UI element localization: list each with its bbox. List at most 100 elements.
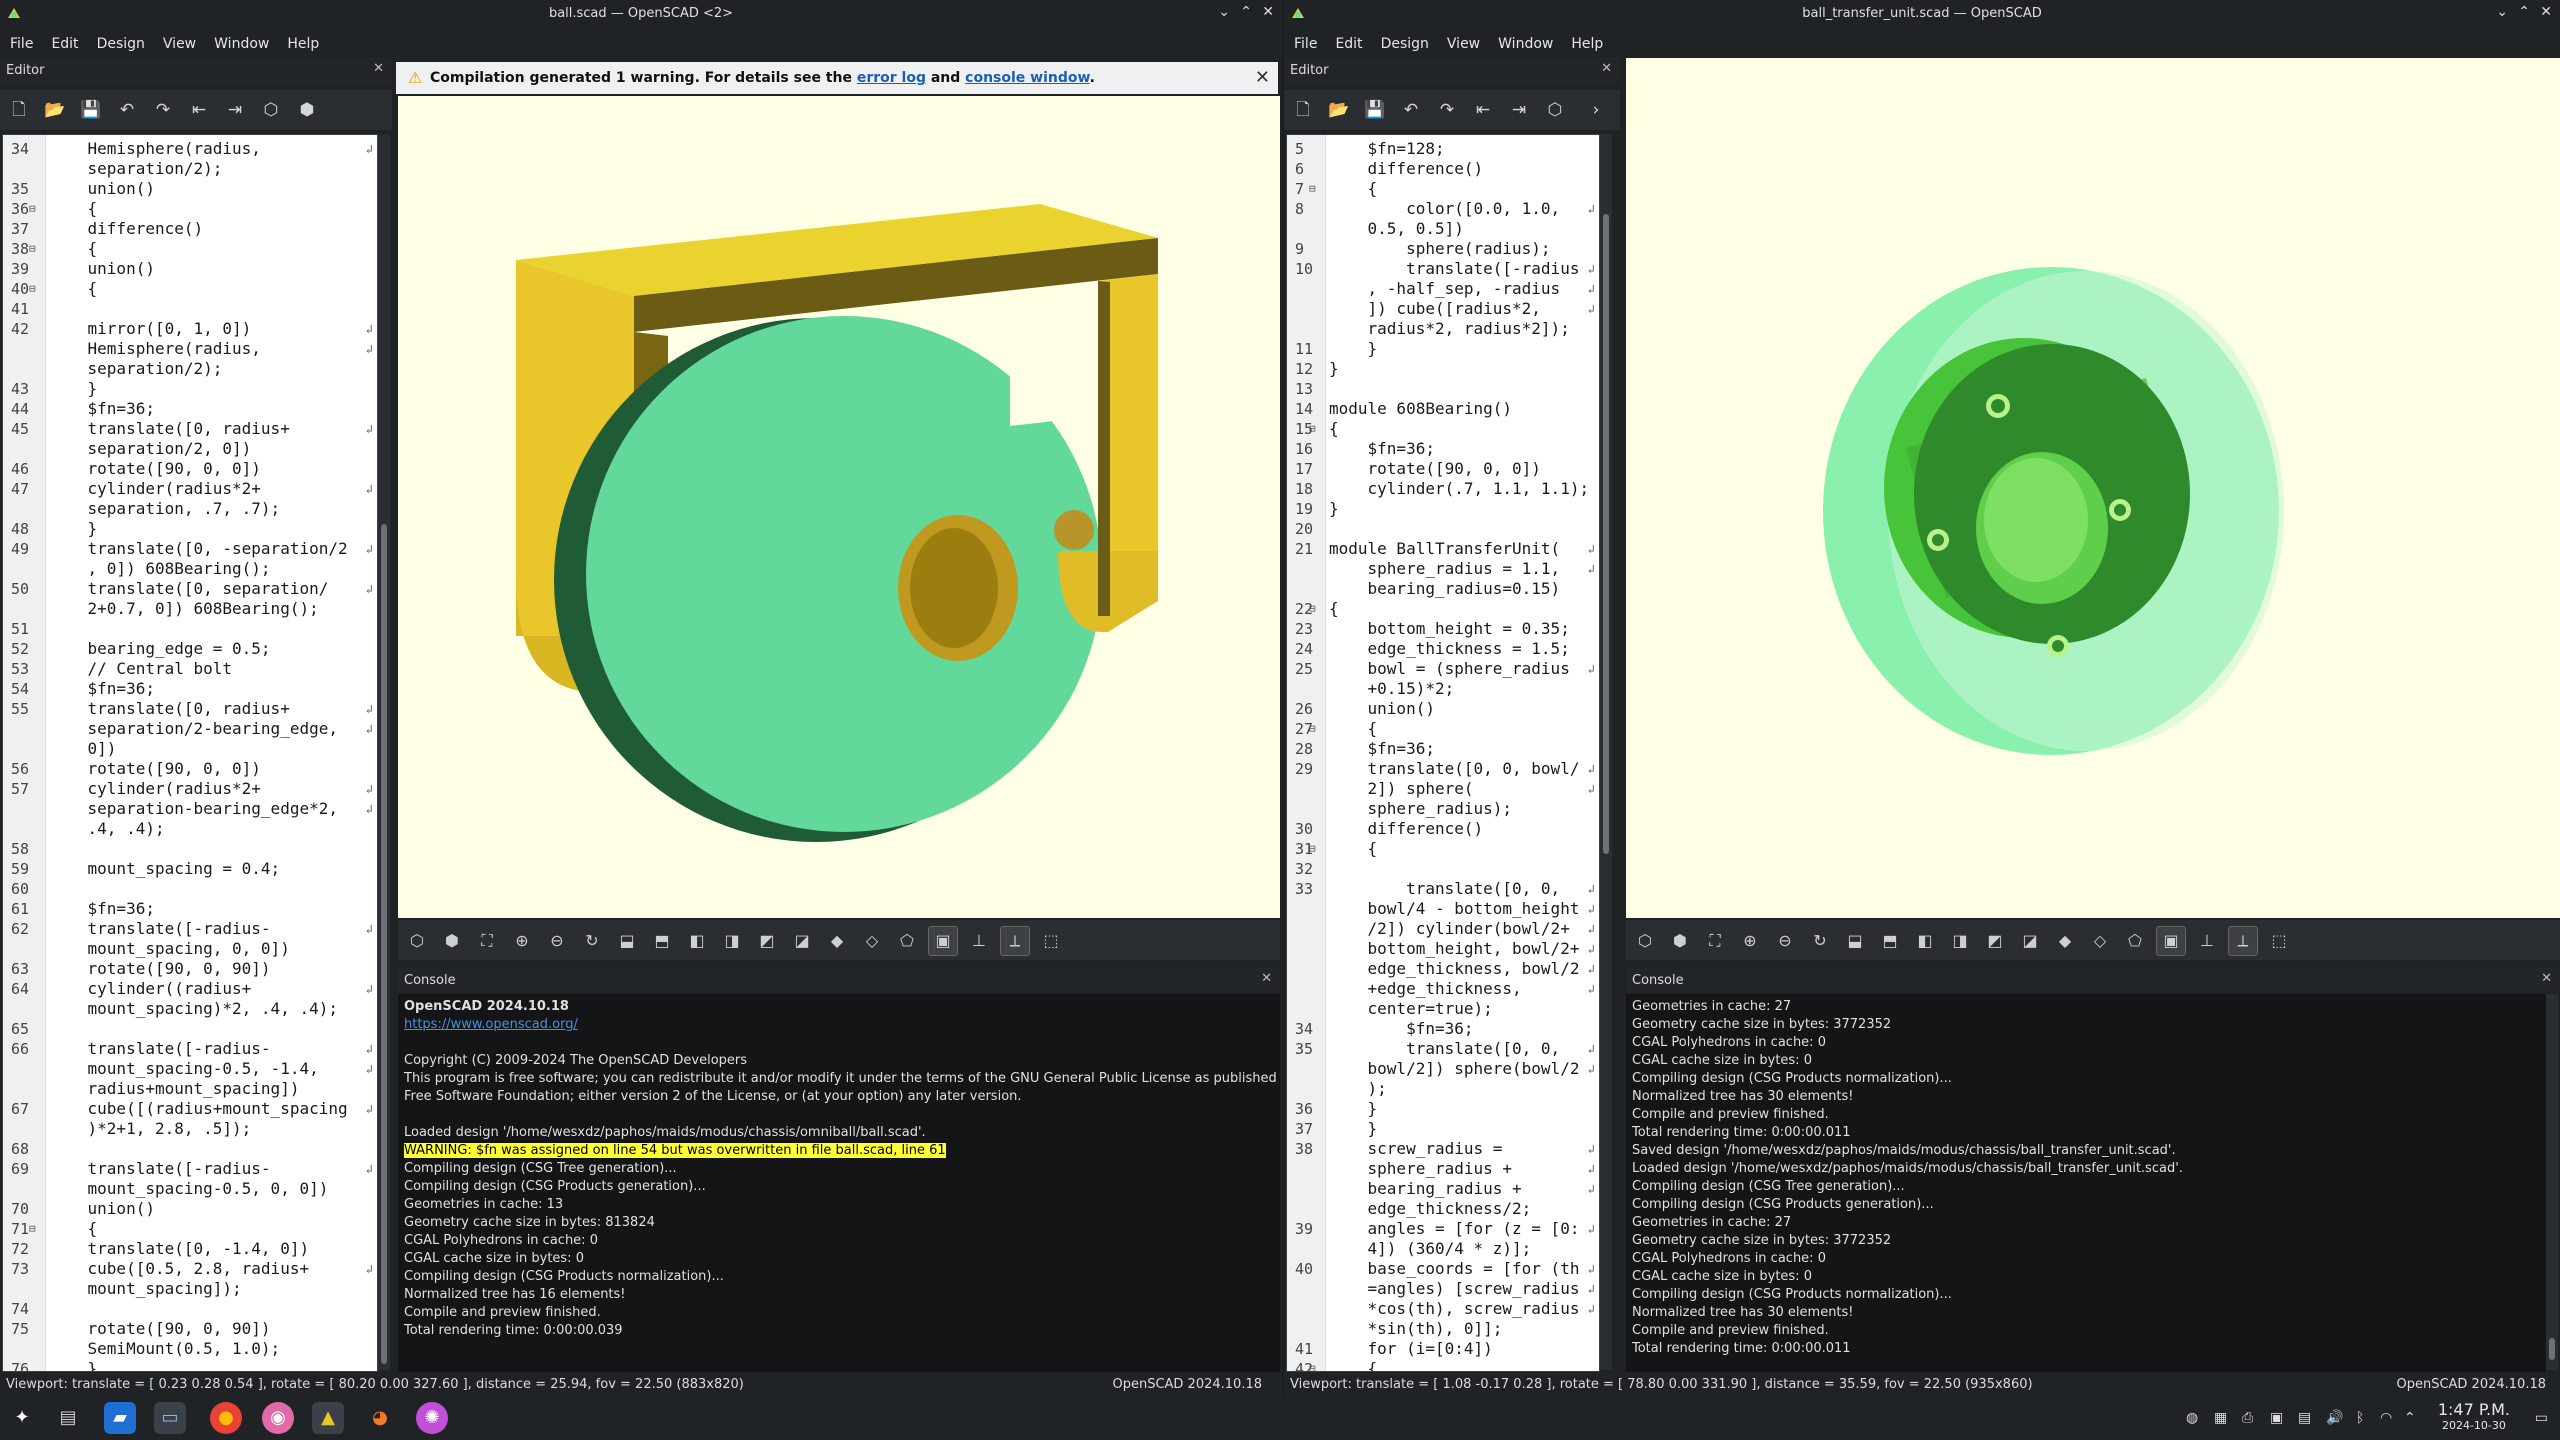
fold-toggle-icon[interactable]: ⊟ (1309, 1359, 1316, 1371)
fold-toggle-icon[interactable]: ⊟ (29, 239, 36, 259)
unindent-icon[interactable]: ⇤ (1469, 96, 1497, 124)
fold-toggle-icon[interactable]: ⊟ (29, 279, 36, 299)
preview-icon[interactable]: ⬡ (403, 927, 431, 955)
openscad-icon[interactable]: ▲ (312, 1402, 344, 1434)
view-bottom-icon[interactable]: ⬒ (1876, 927, 1904, 955)
view-back-icon[interactable]: ◪ (2016, 927, 2044, 955)
reset-view-icon[interactable]: ↻ (578, 927, 606, 955)
render-icon[interactable]: ⬢ (1666, 927, 1694, 955)
close-icon[interactable]: ✕ (2540, 4, 2552, 20)
view-all-icon[interactable]: ⛶ (1701, 927, 1729, 955)
view-all-icon[interactable]: ⛶ (473, 927, 501, 955)
undo-icon[interactable]: ↶ (113, 96, 141, 124)
blender-icon[interactable]: ◕ (364, 1402, 396, 1434)
tray-expand-icon[interactable]: ⌃ (2404, 1410, 2416, 1426)
warning-close-icon[interactable]: ✕ (1255, 67, 1270, 88)
more-icon[interactable]: › (1582, 96, 1610, 124)
console-close-icon[interactable]: ✕ (1261, 971, 1272, 986)
save-icon[interactable]: 💾 (1361, 96, 1389, 124)
menu-edit[interactable]: Edit (41, 28, 86, 52)
editor-close-icon[interactable]: ✕ (1601, 61, 1612, 76)
screenshot-tray-icon[interactable]: ▣ (2270, 1410, 2283, 1426)
view-left-icon[interactable]: ◧ (683, 927, 711, 955)
undo-icon[interactable]: ↶ (1397, 96, 1425, 124)
fold-toggle-icon[interactable]: ⊟ (29, 1219, 36, 1239)
show-edges-icon[interactable]: ⬚ (2265, 927, 2293, 955)
printer-tray-icon[interactable]: ⎙ (2242, 1410, 2253, 1426)
indent-icon[interactable]: ⇥ (221, 96, 249, 124)
editor-scrollbar-thumb[interactable] (1603, 214, 1609, 854)
reset-view-icon[interactable]: ↻ (1806, 927, 1834, 955)
menu-edit[interactable]: Edit (1325, 28, 1370, 52)
preview-icon[interactable]: ⬡ (257, 96, 285, 124)
console-window-link[interactable]: console window (965, 70, 1089, 86)
chrome-icon[interactable]: ● (210, 1402, 242, 1434)
redo-icon[interactable]: ↷ (1433, 96, 1461, 124)
calendar-tray-icon[interactable]: ▤ (2298, 1410, 2311, 1426)
menu-view[interactable]: View (153, 28, 204, 52)
show-axes-icon[interactable]: ⊥ (2193, 927, 2221, 955)
code-editor[interactable]: 5 $fn=128; 6 difference() 7 ⊟ {8 color([0.0… (1286, 134, 1600, 1372)
fold-toggle-icon[interactable]: ⊟ (29, 199, 36, 219)
menu-design[interactable]: Design (1371, 28, 1437, 52)
menu-view[interactable]: View (1437, 28, 1488, 52)
view-front-icon[interactable]: ◩ (753, 927, 781, 955)
new-file-icon[interactable]: 🗋 (1289, 96, 1317, 124)
view-front-icon[interactable]: ◩ (1981, 927, 2009, 955)
clipboard-tray-icon[interactable]: ▦ (2214, 1410, 2227, 1426)
pink-app-icon[interactable]: ◉ (262, 1402, 294, 1434)
unindent-icon[interactable]: ⇤ (185, 96, 213, 124)
fold-toggle-icon[interactable]: ⊟ (1309, 839, 1316, 859)
open-file-icon[interactable]: 📂 (1325, 96, 1353, 124)
orthographic-icon[interactable]: ▣ (2156, 926, 2186, 956)
console-scrollbar[interactable] (2546, 994, 2558, 1370)
dolphin-icon[interactable]: ▭ (154, 1402, 186, 1434)
minimize-icon[interactable]: ⌄ (1218, 4, 1230, 20)
new-file-icon[interactable]: 🗋 (5, 96, 33, 124)
editor-scrollbar[interactable] (1600, 134, 1612, 1370)
maximize-icon[interactable]: ⌃ (2518, 4, 2530, 20)
view-center-icon[interactable]: ◇ (858, 927, 886, 955)
zoom-in-icon[interactable]: ⊕ (1736, 927, 1764, 955)
zoom-out-icon[interactable]: ⊖ (1771, 927, 1799, 955)
redo-icon[interactable]: ↷ (149, 96, 177, 124)
render-icon[interactable]: ⬢ (293, 96, 321, 124)
editor-scrollbar[interactable] (378, 134, 390, 1370)
menu-help[interactable]: Help (1561, 28, 1611, 52)
3d-viewport[interactable] (398, 96, 1280, 918)
view-left-icon[interactable]: ◧ (1911, 927, 1939, 955)
fold-toggle-icon[interactable]: ⊟ (1309, 719, 1316, 739)
open-file-icon[interactable]: 📂 (41, 96, 69, 124)
menu-file[interactable]: File (1284, 28, 1325, 52)
code-editor[interactable]: 34 Hemisphere(radius, ↲ separation/2); 35 … (2, 134, 378, 1372)
fold-toggle-icon[interactable]: ⊟ (1309, 599, 1316, 619)
show-scale-icon[interactable]: ⟂ (1000, 926, 1030, 956)
zoom-in-icon[interactable]: ⊕ (508, 927, 536, 955)
wifi-tray-icon[interactable]: ◠ (2380, 1410, 2392, 1426)
preview-icon[interactable]: ⬡ (1631, 927, 1659, 955)
editor-close-icon[interactable]: ✕ (373, 61, 384, 76)
maximize-icon[interactable]: ⌃ (1240, 4, 1252, 20)
fold-toggle-icon[interactable]: ⊟ (1309, 419, 1316, 439)
view-back-icon[interactable]: ◪ (788, 927, 816, 955)
console-link[interactable]: https://www.openscad.org/ (398, 1016, 1280, 1034)
bluetooth-tray-icon[interactable]: ᛒ (2356, 1410, 2364, 1426)
console-output[interactable]: Geometries in cache: 27 Geometry cache si… (1626, 994, 2546, 1374)
perspective-icon[interactable]: ⬠ (2121, 927, 2149, 955)
console-output[interactable]: OpenSCAD 2024.10.18 https://www.openscad.… (398, 994, 1280, 1374)
menu-file[interactable]: File (0, 28, 41, 52)
console-close-icon[interactable]: ✕ (2541, 971, 2552, 986)
show-scale-icon[interactable]: ⟂ (2228, 926, 2258, 956)
volume-tray-icon[interactable]: 🔊 (2326, 1410, 2343, 1426)
show-edges-icon[interactable]: ⬚ (1037, 927, 1065, 955)
indent-icon[interactable]: ⇥ (1505, 96, 1533, 124)
view-top-icon[interactable]: ⬓ (613, 927, 641, 955)
zoom-out-icon[interactable]: ⊖ (543, 927, 571, 955)
close-icon[interactable]: ✕ (1262, 4, 1274, 20)
minimize-icon[interactable]: ⌄ (2496, 4, 2508, 20)
app-launcher-icon[interactable]: ✦ (6, 1402, 38, 1434)
view-bottom-icon[interactable]: ⬒ (648, 927, 676, 955)
view-right-icon[interactable]: ◨ (718, 927, 746, 955)
clock[interactable]: 1:47 P.M. 2024-10-30 (2438, 1400, 2510, 1432)
discord-tray-icon[interactable]: ◍ (2186, 1410, 2198, 1426)
